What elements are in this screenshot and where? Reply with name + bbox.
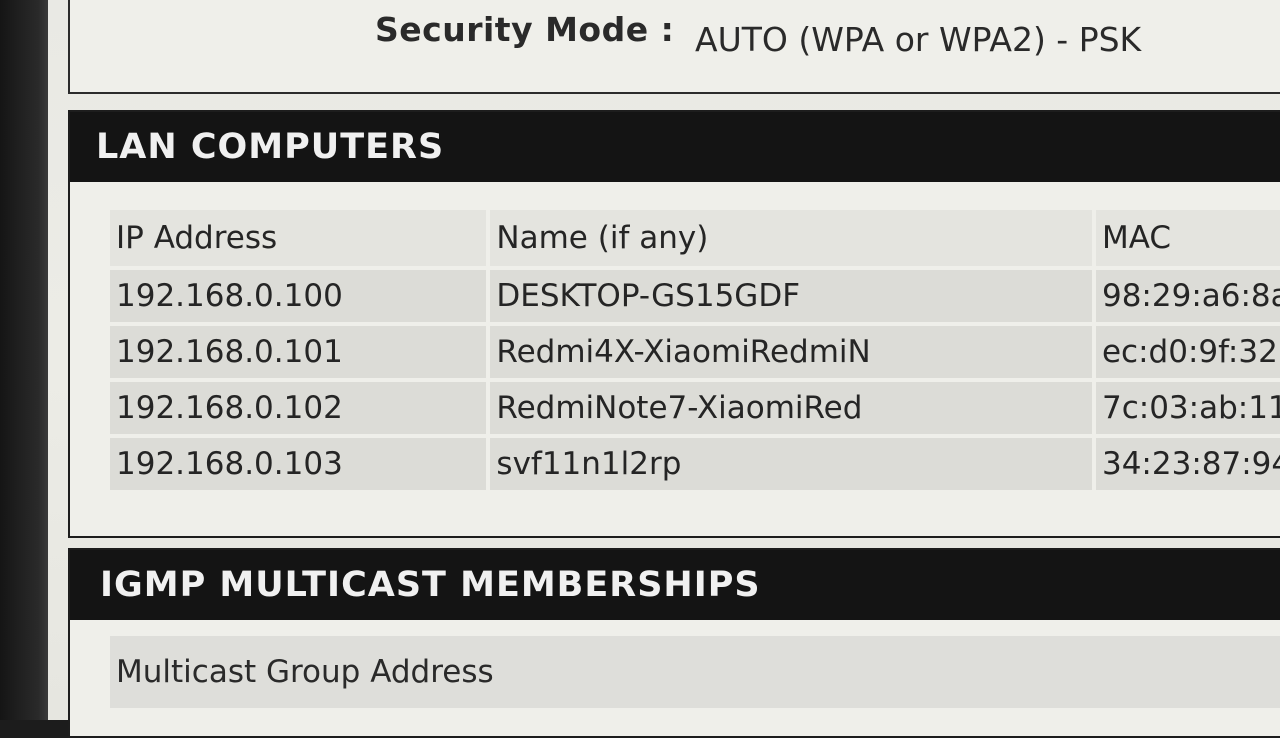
mac-cell: 7c:03:ab:11: [1095,382,1280,434]
igmp-multicast-header: IGMP MULTICAST MEMBERSHIPS [70,550,1280,620]
column-header-multicast-group: Multicast Group Address [110,636,1280,708]
mac-cell: 34:23:87:94: [1095,438,1280,490]
ip-cell: 192.168.0.102 [110,382,487,434]
column-header-mac: MAC [1095,210,1280,266]
mac-cell: 98:29:a6:8a [1095,270,1280,322]
name-cell: RedmiNote7-XiaomiRed [490,382,1092,434]
mac-cell: ec:d0:9f:32: [1095,326,1280,378]
igmp-multicast-section: IGMP MULTICAST MEMBERSHIPS Multicast Gro… [68,548,1280,738]
lan-computers-section: LAN COMPUTERS IP Address Name (if any) M… [68,110,1280,538]
table-header-row: IP Address Name (if any) MAC [110,210,1280,266]
table-row: 192.168.0.100 DESKTOP-GS15GDF 98:29:a6:8… [110,270,1280,322]
column-header-ip: IP Address [110,210,487,266]
security-mode-value: AUTO (WPA or WPA2) - PSK [695,20,1142,59]
ip-cell: 192.168.0.101 [110,326,487,378]
ip-cell: 192.168.0.100 [110,270,487,322]
name-cell: svf11n1l2rp [490,438,1092,490]
name-cell: DESKTOP-GS15GDF [490,270,1092,322]
table-row: 192.168.0.103 svf11n1l2rp 34:23:87:94: [110,438,1280,490]
wireless-security-panel: Security Mode : AUTO (WPA or WPA2) - PSK [68,0,1280,94]
lan-computers-header: LAN COMPUTERS [70,112,1280,182]
lan-computers-table: IP Address Name (if any) MAC 192.168.0.1… [106,206,1280,494]
monitor-bezel [0,0,48,720]
name-cell: Redmi4X-XiaomiRedmiN [490,326,1092,378]
table-row: 192.168.0.101 Redmi4X-XiaomiRedmiN ec:d0… [110,326,1280,378]
table-row: 192.168.0.102 RedmiNote7-XiaomiRed 7c:03… [110,382,1280,434]
ip-cell: 192.168.0.103 [110,438,487,490]
security-mode-label: Security Mode : [375,10,675,49]
router-status-page: Security Mode : AUTO (WPA or WPA2) - PSK… [48,0,1280,738]
column-header-name: Name (if any) [490,210,1092,266]
